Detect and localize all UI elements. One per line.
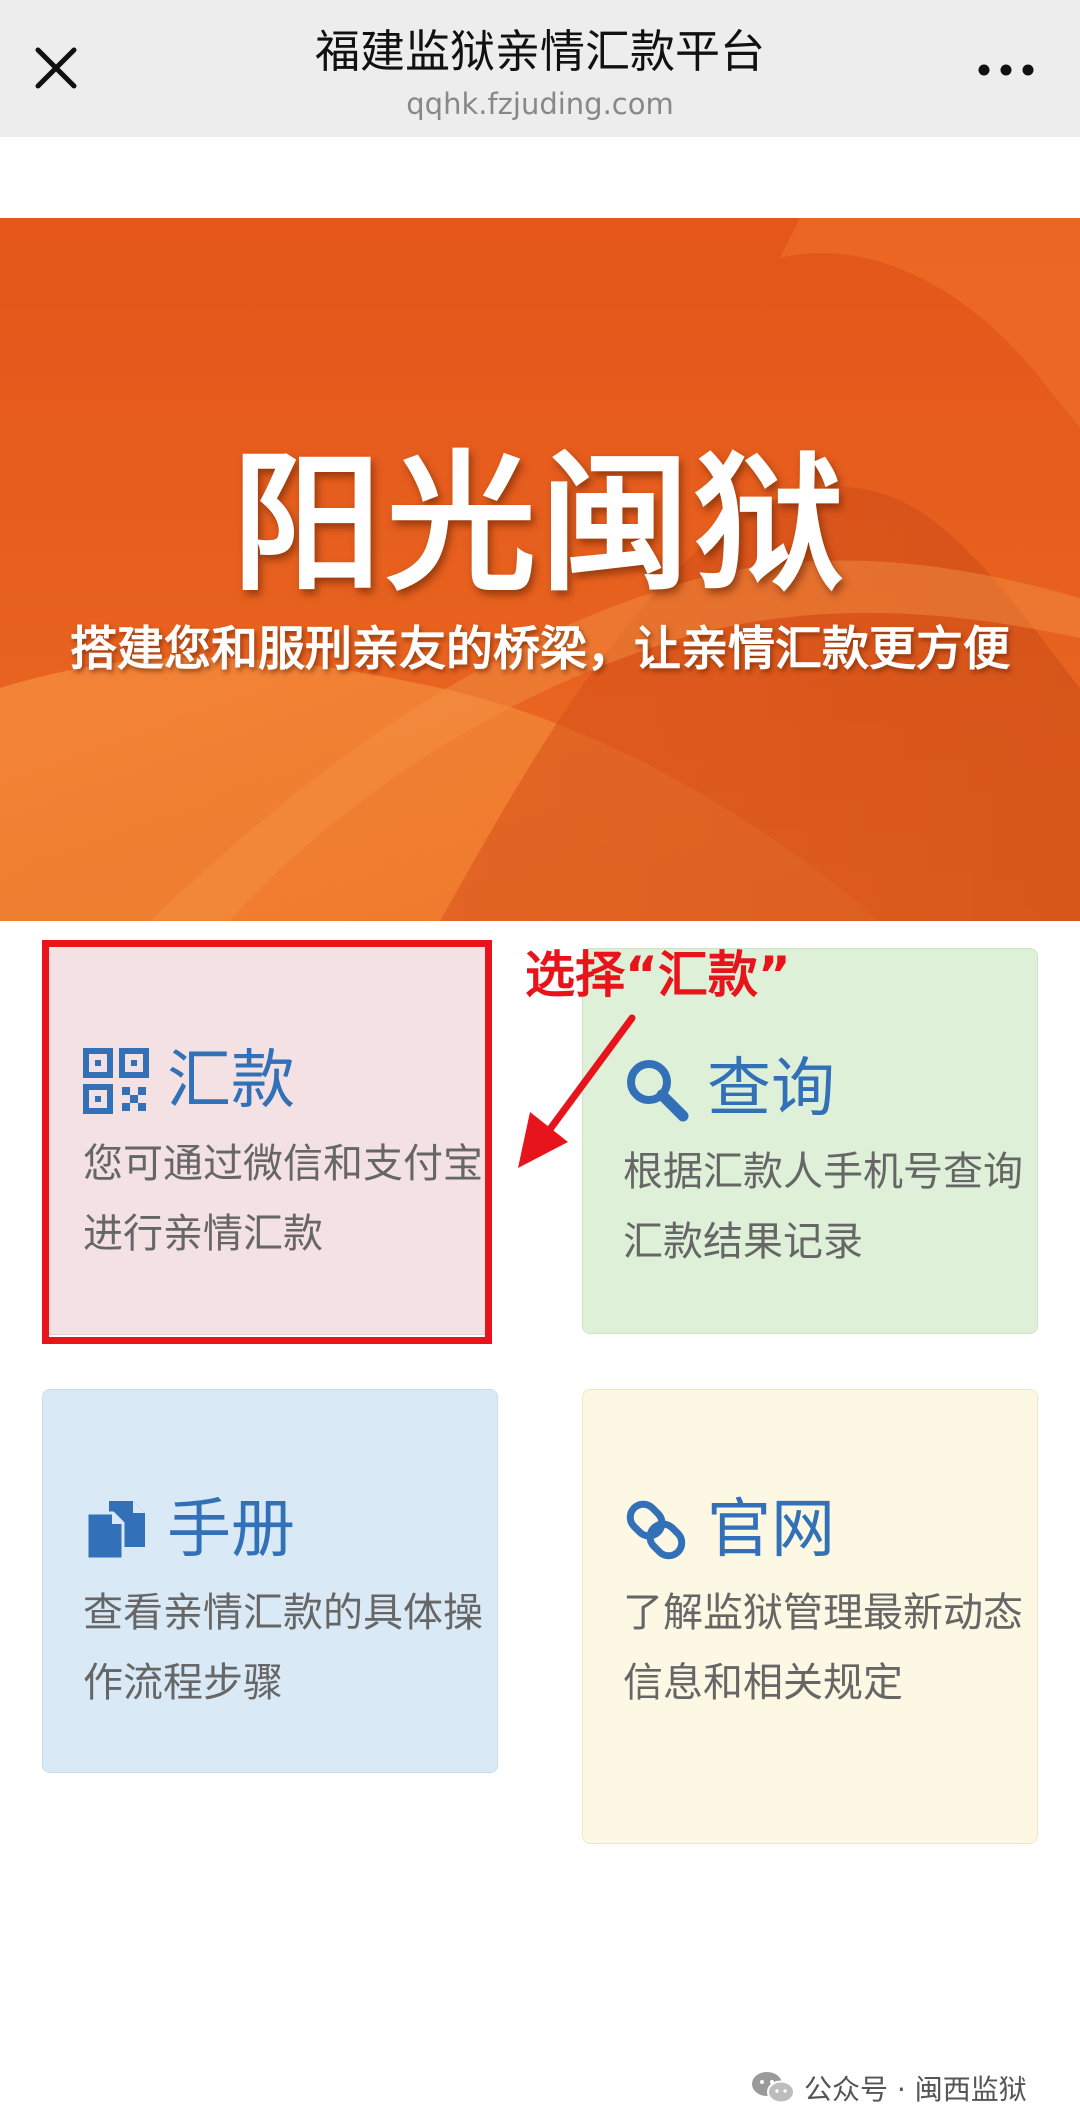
manual-card-description: 查看亲情汇款的具体操作流程步骤 (83, 1590, 483, 1706)
manual-card[interactable]: 手册 查看亲情汇款的具体操作流程步骤 (42, 1389, 498, 1773)
link-icon (626, 1500, 686, 1560)
annotation-highlight-box (42, 940, 492, 1344)
documents-icon (85, 1501, 145, 1561)
query-card-description: 根据汇款人手机号查询汇款结果记录 (623, 1149, 1023, 1265)
official-site-card[interactable]: 官网 了解监狱管理最新动态信息和相关规定 (582, 1389, 1038, 1844)
banner-subtitle: 搭建您和服刑亲友的桥梁，让亲情汇款更方便 (70, 622, 1010, 677)
close-button[interactable] (28, 40, 84, 96)
official-site-card-header: 官网 (623, 1490, 835, 1570)
page-title: 福建监狱亲情汇款平台 (314, 25, 765, 78)
query-card-title: 查询 (707, 1052, 835, 1126)
banner-title: 阳光闽狱 (231, 438, 848, 612)
official-site-card-description: 了解监狱管理最新动态信息和相关规定 (623, 1590, 1023, 1706)
page-url: qqhk.fzjuding.com (406, 87, 674, 121)
close-icon (35, 47, 77, 89)
more-button[interactable] (974, 48, 1038, 92)
footer-watermark: 公众号 · 闽西监狱 (750, 2068, 1027, 2108)
footer-text: 公众号 · 闽西监狱 (804, 2073, 1027, 2106)
more-dots-icon (978, 64, 1034, 76)
browser-top-bar: 福建监狱亲情汇款平台 qqhk.fzjuding.com (0, 0, 1080, 137)
hero-banner: 阳光闽狱 搭建您和服刑亲友的桥梁，让亲情汇款更方便 (0, 218, 1080, 921)
manual-card-title: 手册 (167, 1493, 295, 1567)
official-site-card-title: 官网 (707, 1493, 835, 1567)
manual-card-header: 手册 (83, 1490, 295, 1570)
annotation-arrow-icon (518, 1014, 636, 1168)
